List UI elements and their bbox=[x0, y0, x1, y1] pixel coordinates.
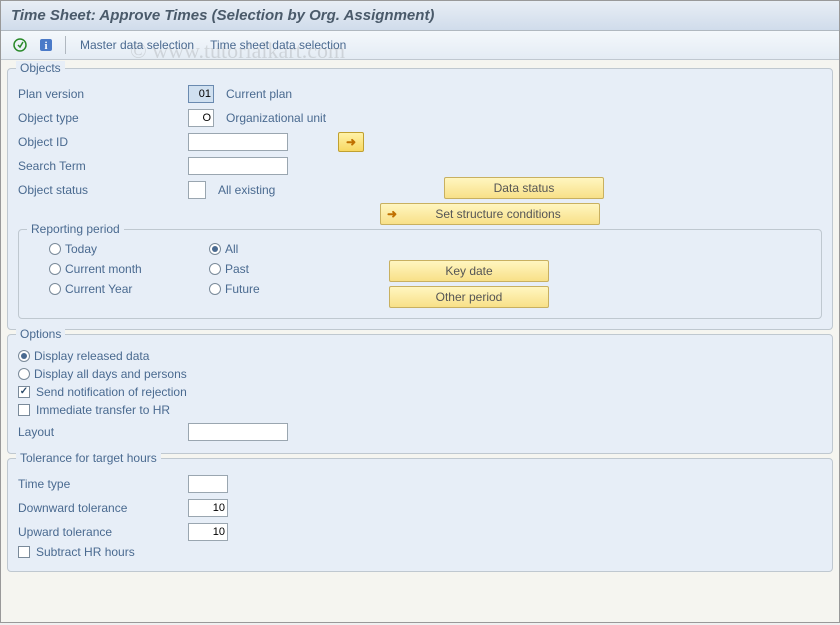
multiple-selection-button[interactable]: ➜ bbox=[338, 132, 364, 152]
page-title: Time Sheet: Approve Times (Selection by … bbox=[11, 7, 434, 24]
object-type-desc: Organizational unit bbox=[226, 111, 326, 125]
tolerance-group: Tolerance for target hours Time type Dow… bbox=[7, 458, 833, 572]
radio-icon bbox=[49, 263, 61, 275]
downward-input[interactable] bbox=[188, 499, 228, 517]
radio-icon bbox=[49, 283, 61, 295]
content-area: Objects Plan version Current plan Object… bbox=[1, 60, 839, 580]
arrow-right-icon: ➜ bbox=[346, 135, 356, 149]
tolerance-group-title: Tolerance for target hours bbox=[16, 451, 161, 465]
upward-input[interactable] bbox=[188, 523, 228, 541]
toolbar: i Master data selection Time sheet data … bbox=[1, 31, 839, 60]
object-status-input[interactable] bbox=[188, 181, 206, 199]
radio-display-released[interactable]: Display released data bbox=[18, 349, 822, 363]
object-status-label: Object status bbox=[18, 183, 188, 197]
check-send-notification[interactable]: Send notification of rejection bbox=[18, 385, 822, 399]
toolbar-separator bbox=[65, 36, 66, 54]
radio-future[interactable]: Future bbox=[209, 282, 339, 296]
radio-today[interactable]: Today bbox=[49, 242, 209, 256]
checkbox-icon bbox=[18, 546, 30, 558]
svg-text:i: i bbox=[44, 40, 47, 52]
object-status-desc: All existing bbox=[218, 183, 275, 197]
upward-label: Upward tolerance bbox=[18, 525, 188, 539]
checkbox-icon bbox=[18, 386, 30, 398]
search-term-label: Search Term bbox=[18, 159, 188, 173]
radio-icon bbox=[209, 243, 221, 255]
checkbox-icon bbox=[18, 404, 30, 416]
plan-version-desc: Current plan bbox=[226, 87, 292, 101]
reporting-period-group: Reporting period Today Current month Cur… bbox=[18, 229, 822, 319]
object-type-label: Object type bbox=[18, 111, 188, 125]
data-status-button[interactable]: Data status bbox=[444, 177, 604, 199]
objects-group: Objects Plan version Current plan Object… bbox=[7, 68, 833, 330]
time-sheet-data-link[interactable]: Time sheet data selection bbox=[204, 36, 352, 54]
downward-label: Downward tolerance bbox=[18, 501, 188, 515]
object-id-label: Object ID bbox=[18, 135, 188, 149]
radio-all[interactable]: All bbox=[209, 242, 339, 256]
layout-label: Layout bbox=[18, 425, 188, 439]
time-type-input[interactable] bbox=[188, 475, 228, 493]
check-subtract-hr[interactable]: Subtract HR hours bbox=[18, 545, 822, 559]
time-type-label: Time type bbox=[18, 477, 188, 491]
reporting-period-title: Reporting period bbox=[27, 222, 124, 236]
arrow-right-icon: ➜ bbox=[381, 207, 397, 221]
radio-icon bbox=[209, 283, 221, 295]
key-date-button[interactable]: Key date bbox=[389, 260, 549, 282]
plan-version-label: Plan version bbox=[18, 87, 188, 101]
radio-current-month[interactable]: Current month bbox=[49, 262, 209, 276]
master-data-link[interactable]: Master data selection bbox=[74, 36, 200, 54]
set-structure-button[interactable]: ➜Set structure conditions bbox=[380, 203, 600, 225]
info-icon[interactable]: i bbox=[35, 35, 57, 55]
check-immediate-transfer[interactable]: Immediate transfer to HR bbox=[18, 403, 822, 417]
search-term-input[interactable] bbox=[188, 157, 288, 175]
radio-current-year[interactable]: Current Year bbox=[49, 282, 209, 296]
title-bar: Time Sheet: Approve Times (Selection by … bbox=[1, 1, 839, 31]
object-id-input[interactable] bbox=[188, 133, 288, 151]
radio-display-all[interactable]: Display all days and persons bbox=[18, 367, 822, 381]
main-window: Time Sheet: Approve Times (Selection by … bbox=[0, 0, 840, 623]
layout-input[interactable] bbox=[188, 423, 288, 441]
other-period-button[interactable]: Other period bbox=[389, 286, 549, 308]
options-group: Options Display released data Display al… bbox=[7, 334, 833, 454]
radio-icon bbox=[18, 368, 30, 380]
radio-icon bbox=[209, 263, 221, 275]
plan-version-input[interactable] bbox=[188, 85, 214, 103]
radio-past[interactable]: Past bbox=[209, 262, 339, 276]
radio-icon bbox=[18, 350, 30, 362]
execute-icon[interactable] bbox=[9, 35, 31, 55]
object-type-input[interactable] bbox=[188, 109, 214, 127]
options-group-title: Options bbox=[16, 327, 65, 341]
objects-group-title: Objects bbox=[16, 61, 65, 75]
radio-icon bbox=[49, 243, 61, 255]
